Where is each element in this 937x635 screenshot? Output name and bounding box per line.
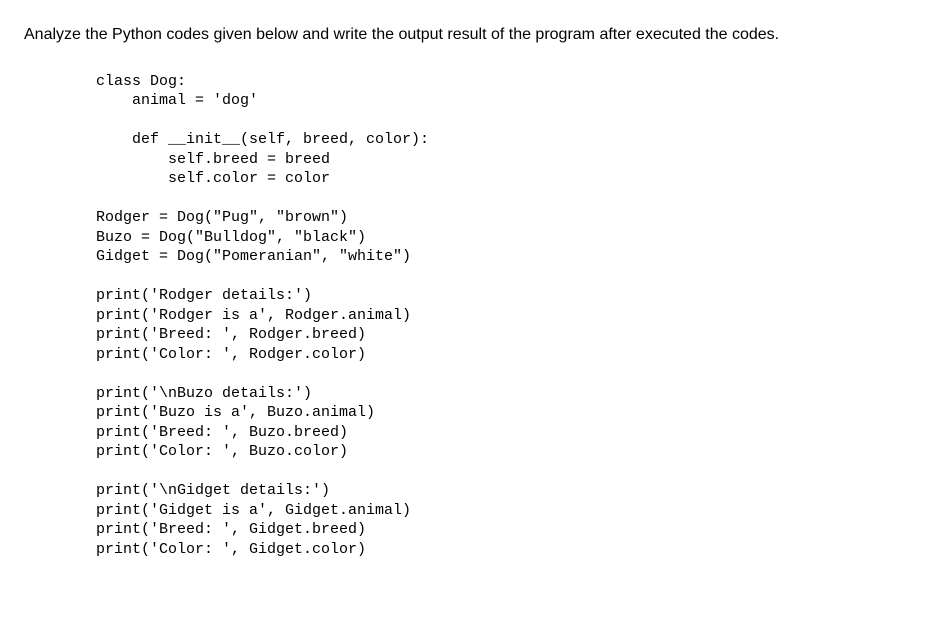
code-block: class Dog: animal = 'dog' def __init__(s…: [96, 72, 913, 560]
code-line: def __init__(self, breed, color):: [96, 131, 429, 148]
code-line: self.breed = breed: [96, 151, 330, 168]
code-line: Buzo = Dog("Bulldog", "black"): [96, 229, 366, 246]
code-line: print('Breed: ', Buzo.breed): [96, 424, 348, 441]
code-line: print('Rodger details:'): [96, 287, 312, 304]
code-line: print('Breed: ', Rodger.breed): [96, 326, 366, 343]
code-line: print('Color: ', Gidget.color): [96, 541, 366, 558]
instruction-text: Analyze the Python codes given below and…: [24, 24, 913, 46]
code-line: print('Color: ', Rodger.color): [96, 346, 366, 363]
code-line: print('Gidget is a', Gidget.animal): [96, 502, 411, 519]
code-line: print('\nBuzo details:'): [96, 385, 312, 402]
code-line: class Dog:: [96, 73, 186, 90]
code-line: Gidget = Dog("Pomeranian", "white"): [96, 248, 411, 265]
code-line: print('Color: ', Buzo.color): [96, 443, 348, 460]
code-line: animal = 'dog': [96, 92, 258, 109]
code-line: self.color = color: [96, 170, 330, 187]
code-line: print('Buzo is a', Buzo.animal): [96, 404, 375, 421]
code-line: print('\nGidget details:'): [96, 482, 330, 499]
code-line: Rodger = Dog("Pug", "brown"): [96, 209, 348, 226]
code-line: print('Rodger is a', Rodger.animal): [96, 307, 411, 324]
code-line: print('Breed: ', Gidget.breed): [96, 521, 366, 538]
